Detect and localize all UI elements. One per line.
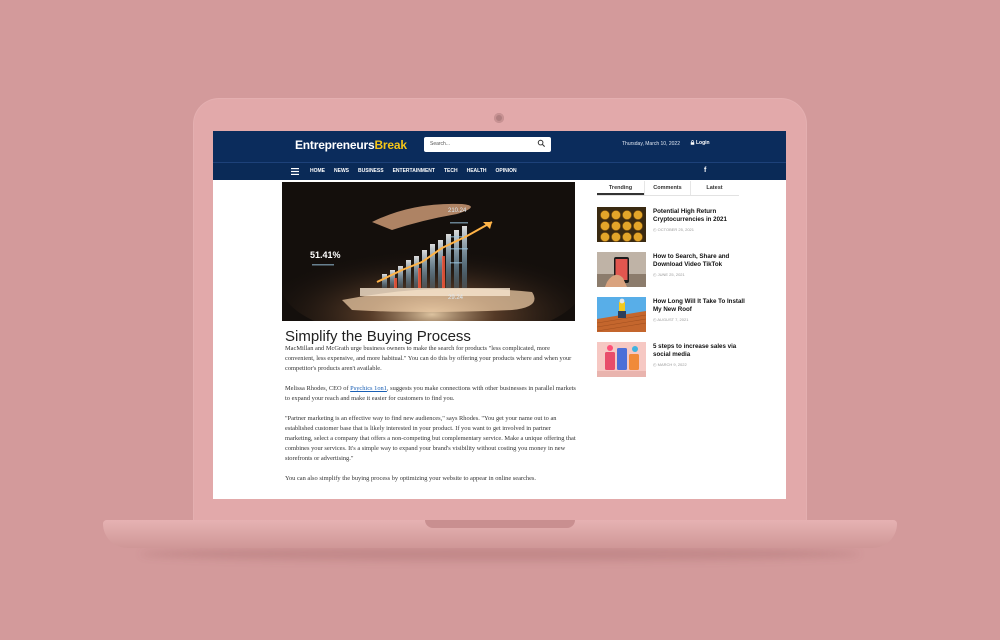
nav-item-tech[interactable]: TECH bbox=[444, 168, 458, 174]
article-hero-image: 51.41% 210.24 29.24 bbox=[282, 182, 575, 321]
hero-label-percent: 51.41% bbox=[310, 250, 341, 260]
nav-item-home[interactable]: HOME bbox=[310, 168, 325, 174]
login-button[interactable]: Login bbox=[690, 140, 710, 146]
phone-hand-image bbox=[597, 252, 646, 287]
lock-icon bbox=[690, 140, 695, 145]
hero-label-top: 210.24 bbox=[448, 208, 467, 214]
login-label: Login bbox=[696, 140, 710, 146]
facebook-icon[interactable]: f bbox=[704, 167, 706, 174]
laptop-shadow bbox=[140, 547, 860, 561]
nav-item-entertainment[interactable]: ENTERTAINMENT bbox=[393, 168, 435, 174]
article-paragraph-2: Melissa Rhodes, CEO of Psychics 1on1, su… bbox=[285, 384, 577, 404]
psychics-link[interactable]: Psychics 1on1 bbox=[350, 385, 387, 392]
menu-icon[interactable] bbox=[291, 168, 299, 175]
search-placeholder: Search... bbox=[430, 141, 451, 147]
laptop-screen: EntrepreneursBreak Search... Thursday, M… bbox=[213, 131, 786, 499]
current-date: Thursday, March 10, 2022 bbox=[622, 141, 680, 147]
roof-worker-image bbox=[597, 297, 646, 332]
nav-item-opinion[interactable]: OPINION bbox=[496, 168, 517, 174]
post-date: ◴ OCTOBER 25, 2021 bbox=[653, 227, 694, 232]
post-date: ◴ JUNE 25, 2021 bbox=[653, 272, 685, 277]
post-thumbnail[interactable] bbox=[597, 297, 646, 332]
search-icon[interactable] bbox=[537, 139, 546, 148]
post-thumbnail[interactable] bbox=[597, 207, 646, 242]
site-logo[interactable]: EntrepreneursBreak bbox=[295, 138, 407, 152]
tab-comments[interactable]: Comments bbox=[644, 181, 691, 195]
post-title[interactable]: Potential High Return Cryptocurrencies i… bbox=[653, 208, 747, 224]
tab-latest[interactable]: Latest bbox=[691, 181, 738, 195]
nav-item-health[interactable]: HEALTH bbox=[467, 168, 487, 174]
post-thumbnail[interactable] bbox=[597, 342, 646, 377]
laptop-notch bbox=[425, 520, 575, 528]
main-nav: HOME NEWS BUSINESS ENTERTAINMENT TECH HE… bbox=[213, 162, 786, 180]
hero-label-bottom: 29.24 bbox=[448, 295, 464, 301]
site-header: EntrepreneursBreak Search... Thursday, M… bbox=[213, 131, 786, 162]
logo-accent: Break bbox=[374, 138, 407, 152]
article-title: Simplify the Buying Process bbox=[285, 328, 471, 345]
article-paragraph-1: MacMillan and McGrath urge business owne… bbox=[285, 345, 572, 372]
post-date-text: JUNE 25, 2021 bbox=[657, 272, 685, 277]
nav-item-business[interactable]: BUSINESS bbox=[358, 168, 384, 174]
logo-main: Entrepreneurs bbox=[295, 138, 375, 152]
tab-trending[interactable]: Trending bbox=[597, 181, 644, 195]
webcam bbox=[494, 113, 504, 123]
sidebar-post[interactable]: How to Search, Share and Download Video … bbox=[597, 252, 747, 288]
post-date: ◴ AUGUST 7, 2021 bbox=[653, 317, 689, 322]
post-thumbnail[interactable] bbox=[597, 252, 646, 287]
post-date-text: OCTOBER 25, 2021 bbox=[657, 227, 694, 232]
search-input[interactable]: Search... bbox=[424, 137, 551, 152]
nav-item-news[interactable]: NEWS bbox=[334, 168, 349, 174]
hero-illustration: 51.41% 210.24 29.24 bbox=[282, 182, 575, 321]
sidebar-post[interactable]: 5 steps to increase sales via social med… bbox=[597, 342, 747, 378]
crypto-coins-image bbox=[597, 207, 646, 242]
post-title[interactable]: 5 steps to increase sales via social med… bbox=[653, 343, 747, 359]
sidebar-post[interactable]: Potential High Return Cryptocurrencies i… bbox=[597, 207, 747, 243]
sidebar-post[interactable]: How Long Will It Take To Install My New … bbox=[597, 297, 747, 333]
post-date: ◴ MARCH 9, 2022 bbox=[653, 362, 687, 367]
post-title[interactable]: How Long Will It Take To Install My New … bbox=[653, 298, 747, 314]
post-date-text: AUGUST 7, 2021 bbox=[657, 317, 689, 322]
sidebar-tabs: Trending Comments Latest bbox=[597, 181, 739, 196]
social-media-image bbox=[597, 342, 646, 377]
post-title[interactable]: How to Search, Share and Download Video … bbox=[653, 253, 747, 269]
post-date-text: MARCH 9, 2022 bbox=[657, 362, 687, 367]
article-paragraph-3: "Partner marketing is an effective way t… bbox=[285, 415, 576, 462]
paragraph-2-text-a: Melissa Rhodes, CEO of bbox=[285, 385, 351, 392]
article-paragraph-4: You can also simplify the buying process… bbox=[285, 475, 537, 482]
